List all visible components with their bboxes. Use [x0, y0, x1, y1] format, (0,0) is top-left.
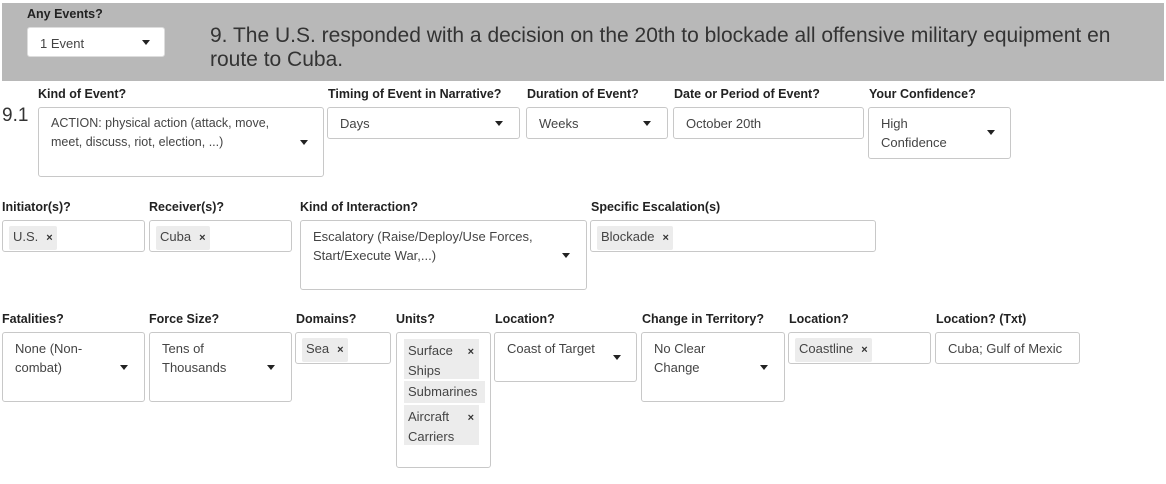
fatalities-select[interactable]: None (Non-combat): [2, 332, 145, 402]
location2-label: Location?: [789, 312, 849, 326]
chevron-down-icon: [760, 365, 768, 370]
timing-select[interactable]: Days: [327, 107, 520, 139]
remove-icon[interactable]: ×: [861, 344, 867, 356]
chevron-down-icon: [120, 365, 128, 370]
date-input[interactable]: October 20th: [673, 107, 864, 139]
location2-multiselect[interactable]: Coastline ×: [788, 332, 931, 364]
territory-select[interactable]: No Clear Change: [641, 332, 785, 402]
receiver-tag[interactable]: Cuba ×: [156, 226, 210, 250]
initiator-multiselect[interactable]: U.S. ×: [2, 220, 145, 252]
chevron-down-icon: [613, 355, 621, 360]
initiator-tag[interactable]: U.S. ×: [9, 226, 57, 250]
event-number: 9.1: [2, 105, 29, 126]
date-label: Date or Period of Event?: [674, 87, 820, 101]
chevron-down-icon: [142, 40, 150, 45]
remove-icon[interactable]: ×: [46, 232, 52, 244]
interaction-label: Kind of Interaction?: [300, 200, 419, 214]
kind-of-event-select[interactable]: ACTION: physical action (attack, move, m…: [38, 107, 324, 177]
remove-icon[interactable]: ×: [199, 232, 205, 244]
fatalities-label: Fatalities?: [2, 312, 64, 326]
receiver-label: Receiver(s)?: [149, 200, 225, 214]
narrative-text: 9. The U.S. responded with a decision on…: [210, 24, 1111, 71]
remove-icon[interactable]: ×: [468, 342, 474, 362]
units-tag-aircraft-carriers[interactable]: Aircraft Carriers ×: [404, 405, 479, 445]
units-tag-surface-ships[interactable]: Surface Ships ×: [404, 339, 479, 379]
chevron-down-icon: [562, 253, 570, 258]
initiator-label: Initiator(s)?: [2, 200, 71, 214]
location-label: Location?: [495, 312, 555, 326]
units-multiselect[interactable]: Surface Ships × Submarines Aircraft Carr…: [396, 332, 491, 468]
confidence-select[interactable]: High Confidence: [868, 107, 1011, 159]
remove-icon[interactable]: ×: [468, 408, 474, 428]
location-select[interactable]: Coast of Target: [494, 332, 637, 382]
chevron-down-icon: [643, 121, 651, 126]
force-size-select[interactable]: Tens of Thousands: [149, 332, 292, 402]
chevron-down-icon: [987, 130, 995, 135]
duration-select[interactable]: Weeks: [526, 107, 668, 139]
territory-label: Change in Territory?: [642, 312, 765, 326]
any-events-label: Any Events?: [27, 7, 103, 21]
remove-icon[interactable]: ×: [337, 344, 343, 356]
domains-tag[interactable]: Sea ×: [302, 338, 348, 362]
location-txt-input[interactable]: Cuba; Gulf of Mexic: [935, 332, 1080, 364]
domains-multiselect[interactable]: Sea ×: [295, 332, 391, 364]
chevron-down-icon: [267, 365, 275, 370]
escalation-multiselect[interactable]: Blockade ×: [590, 220, 876, 252]
confidence-label: Your Confidence?: [869, 87, 976, 101]
any-events-select[interactable]: 1 Event: [27, 27, 165, 57]
domains-label: Domains?: [296, 312, 357, 326]
force-size-label: Force Size?: [149, 312, 220, 326]
units-tag-submarines[interactable]: Submarines: [404, 381, 485, 403]
receiver-multiselect[interactable]: Cuba ×: [149, 220, 292, 252]
escalation-label: Specific Escalation(s): [591, 200, 721, 214]
escalation-tag[interactable]: Blockade ×: [597, 226, 673, 250]
remove-icon[interactable]: ×: [662, 232, 668, 244]
location-txt-label: Location? (Txt): [936, 312, 1027, 326]
chevron-down-icon: [300, 140, 308, 145]
location2-tag[interactable]: Coastline ×: [795, 338, 872, 362]
interaction-select[interactable]: Escalatory (Raise/Deploy/Use Forces, Sta…: [300, 220, 587, 290]
chevron-down-icon: [495, 121, 503, 126]
kind-of-event-label: Kind of Event?: [38, 87, 127, 101]
units-label: Units?: [396, 312, 435, 326]
timing-label: Timing of Event in Narrative?: [328, 87, 502, 101]
duration-label: Duration of Event?: [527, 87, 639, 101]
